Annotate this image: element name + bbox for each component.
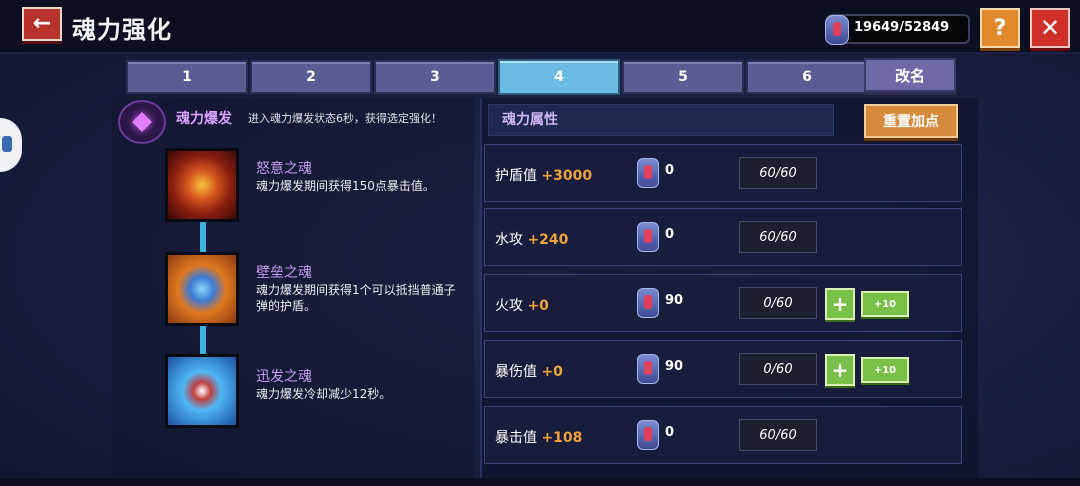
soul-crystal-icon bbox=[637, 222, 659, 252]
currency-display: 19649/52849 bbox=[825, 14, 970, 45]
attribute-title: 魂力属性 bbox=[502, 112, 558, 128]
attribute-label: 火攻 +0 bbox=[495, 298, 549, 314]
skill-connector bbox=[200, 326, 206, 354]
skill-desc: 魂力爆发冷却减少12秒。 bbox=[256, 387, 392, 401]
attribute-bonus: +240 bbox=[527, 232, 569, 248]
attribute-cost: 0 bbox=[665, 163, 675, 178]
attribute-bonus: +0 bbox=[527, 298, 549, 314]
skill-desc: 魂力爆发期间获得1个可以抵挡普通子弹的护盾。 bbox=[256, 283, 456, 313]
burst-description: 进入魂力爆发状态6秒，获得选定强化！ bbox=[248, 112, 442, 125]
question-icon: ? bbox=[993, 15, 1007, 41]
back-button[interactable]: ← bbox=[22, 7, 62, 41]
attribute-row: 暴击值 +108 0 60/60 bbox=[484, 406, 962, 464]
swift-soul-icon[interactable] bbox=[165, 354, 239, 428]
rage-soul-icon[interactable] bbox=[165, 148, 239, 222]
attribute-cost: 0 bbox=[665, 227, 675, 242]
page-title: 魂力强化 bbox=[72, 16, 172, 44]
add-point-button[interactable]: + bbox=[825, 354, 855, 386]
attribute-label: 水攻 +240 bbox=[495, 232, 569, 248]
attribute-level: 0/60 bbox=[739, 287, 817, 319]
attribute-row: 护盾值 +3000 0 60/60 bbox=[484, 144, 962, 202]
attribute-level: 60/60 bbox=[739, 157, 817, 189]
close-icon: ✕ bbox=[1039, 14, 1061, 42]
skill-name: 迅发之魂 bbox=[256, 369, 312, 385]
add-point-button[interactable]: + bbox=[825, 288, 855, 320]
soul-crystal-icon bbox=[637, 420, 659, 450]
help-button[interactable]: ? bbox=[980, 8, 1020, 48]
tab-2[interactable]: 2 bbox=[250, 60, 372, 94]
attribute-level: 60/60 bbox=[739, 221, 817, 253]
attribute-row: 火攻 +0 90 0/60 + +10 bbox=[484, 274, 962, 332]
close-button[interactable]: ✕ bbox=[1030, 8, 1070, 48]
burst-name: 魂力爆发 bbox=[176, 111, 232, 127]
tab-3[interactable]: 3 bbox=[374, 60, 496, 94]
wall-soul-icon[interactable] bbox=[165, 252, 239, 326]
back-arrow-icon: ← bbox=[32, 11, 52, 36]
skill-name: 壁垒之魂 bbox=[256, 265, 312, 281]
top-bar: ← 魂力强化 19649/52849 ? ✕ bbox=[0, 0, 1080, 54]
attribute-bonus: +108 bbox=[541, 430, 583, 446]
bottom-bar bbox=[0, 478, 1080, 486]
attribute-label: 暴伤值 +0 bbox=[495, 364, 563, 380]
add-ten-points-button[interactable]: +10 bbox=[861, 357, 909, 383]
skill-desc: 魂力爆发期间获得150点暴击值。 bbox=[256, 179, 435, 193]
attribute-row: 水攻 +240 0 60/60 bbox=[484, 208, 962, 266]
reset-points-button[interactable]: 重置加点 bbox=[864, 104, 958, 138]
attribute-bonus: +3000 bbox=[541, 168, 593, 184]
attribute-level: 60/60 bbox=[739, 419, 817, 451]
soul-crystal-icon bbox=[637, 354, 659, 384]
tab-1[interactable]: 1 bbox=[126, 60, 248, 94]
attribute-level: 0/60 bbox=[739, 353, 817, 385]
tab-6[interactable]: 6 bbox=[746, 60, 868, 94]
attribute-cost: 90 bbox=[665, 293, 684, 308]
attribute-label: 暴击值 +108 bbox=[495, 430, 583, 446]
rename-button[interactable]: 改名 bbox=[864, 58, 956, 92]
attribute-label: 护盾值 +3000 bbox=[495, 168, 593, 184]
soul-burst-icon bbox=[118, 100, 166, 144]
soul-crystal-icon bbox=[637, 288, 659, 318]
skill-connector bbox=[200, 222, 206, 252]
attribute-row: 暴伤值 +0 90 0/60 + +10 bbox=[484, 340, 962, 398]
currency-value: 19649/52849 bbox=[854, 20, 950, 35]
add-ten-points-button[interactable]: +10 bbox=[861, 291, 909, 317]
skill-name: 怒意之魂 bbox=[256, 161, 312, 177]
attribute-bonus: +0 bbox=[541, 364, 563, 380]
soul-crystal-icon bbox=[825, 15, 849, 45]
soul-crystal-icon bbox=[637, 158, 659, 188]
tab-4[interactable]: 4 bbox=[498, 59, 620, 95]
tab-5[interactable]: 5 bbox=[622, 60, 744, 94]
attribute-cost: 0 bbox=[665, 425, 675, 440]
attribute-cost: 90 bbox=[665, 359, 684, 374]
